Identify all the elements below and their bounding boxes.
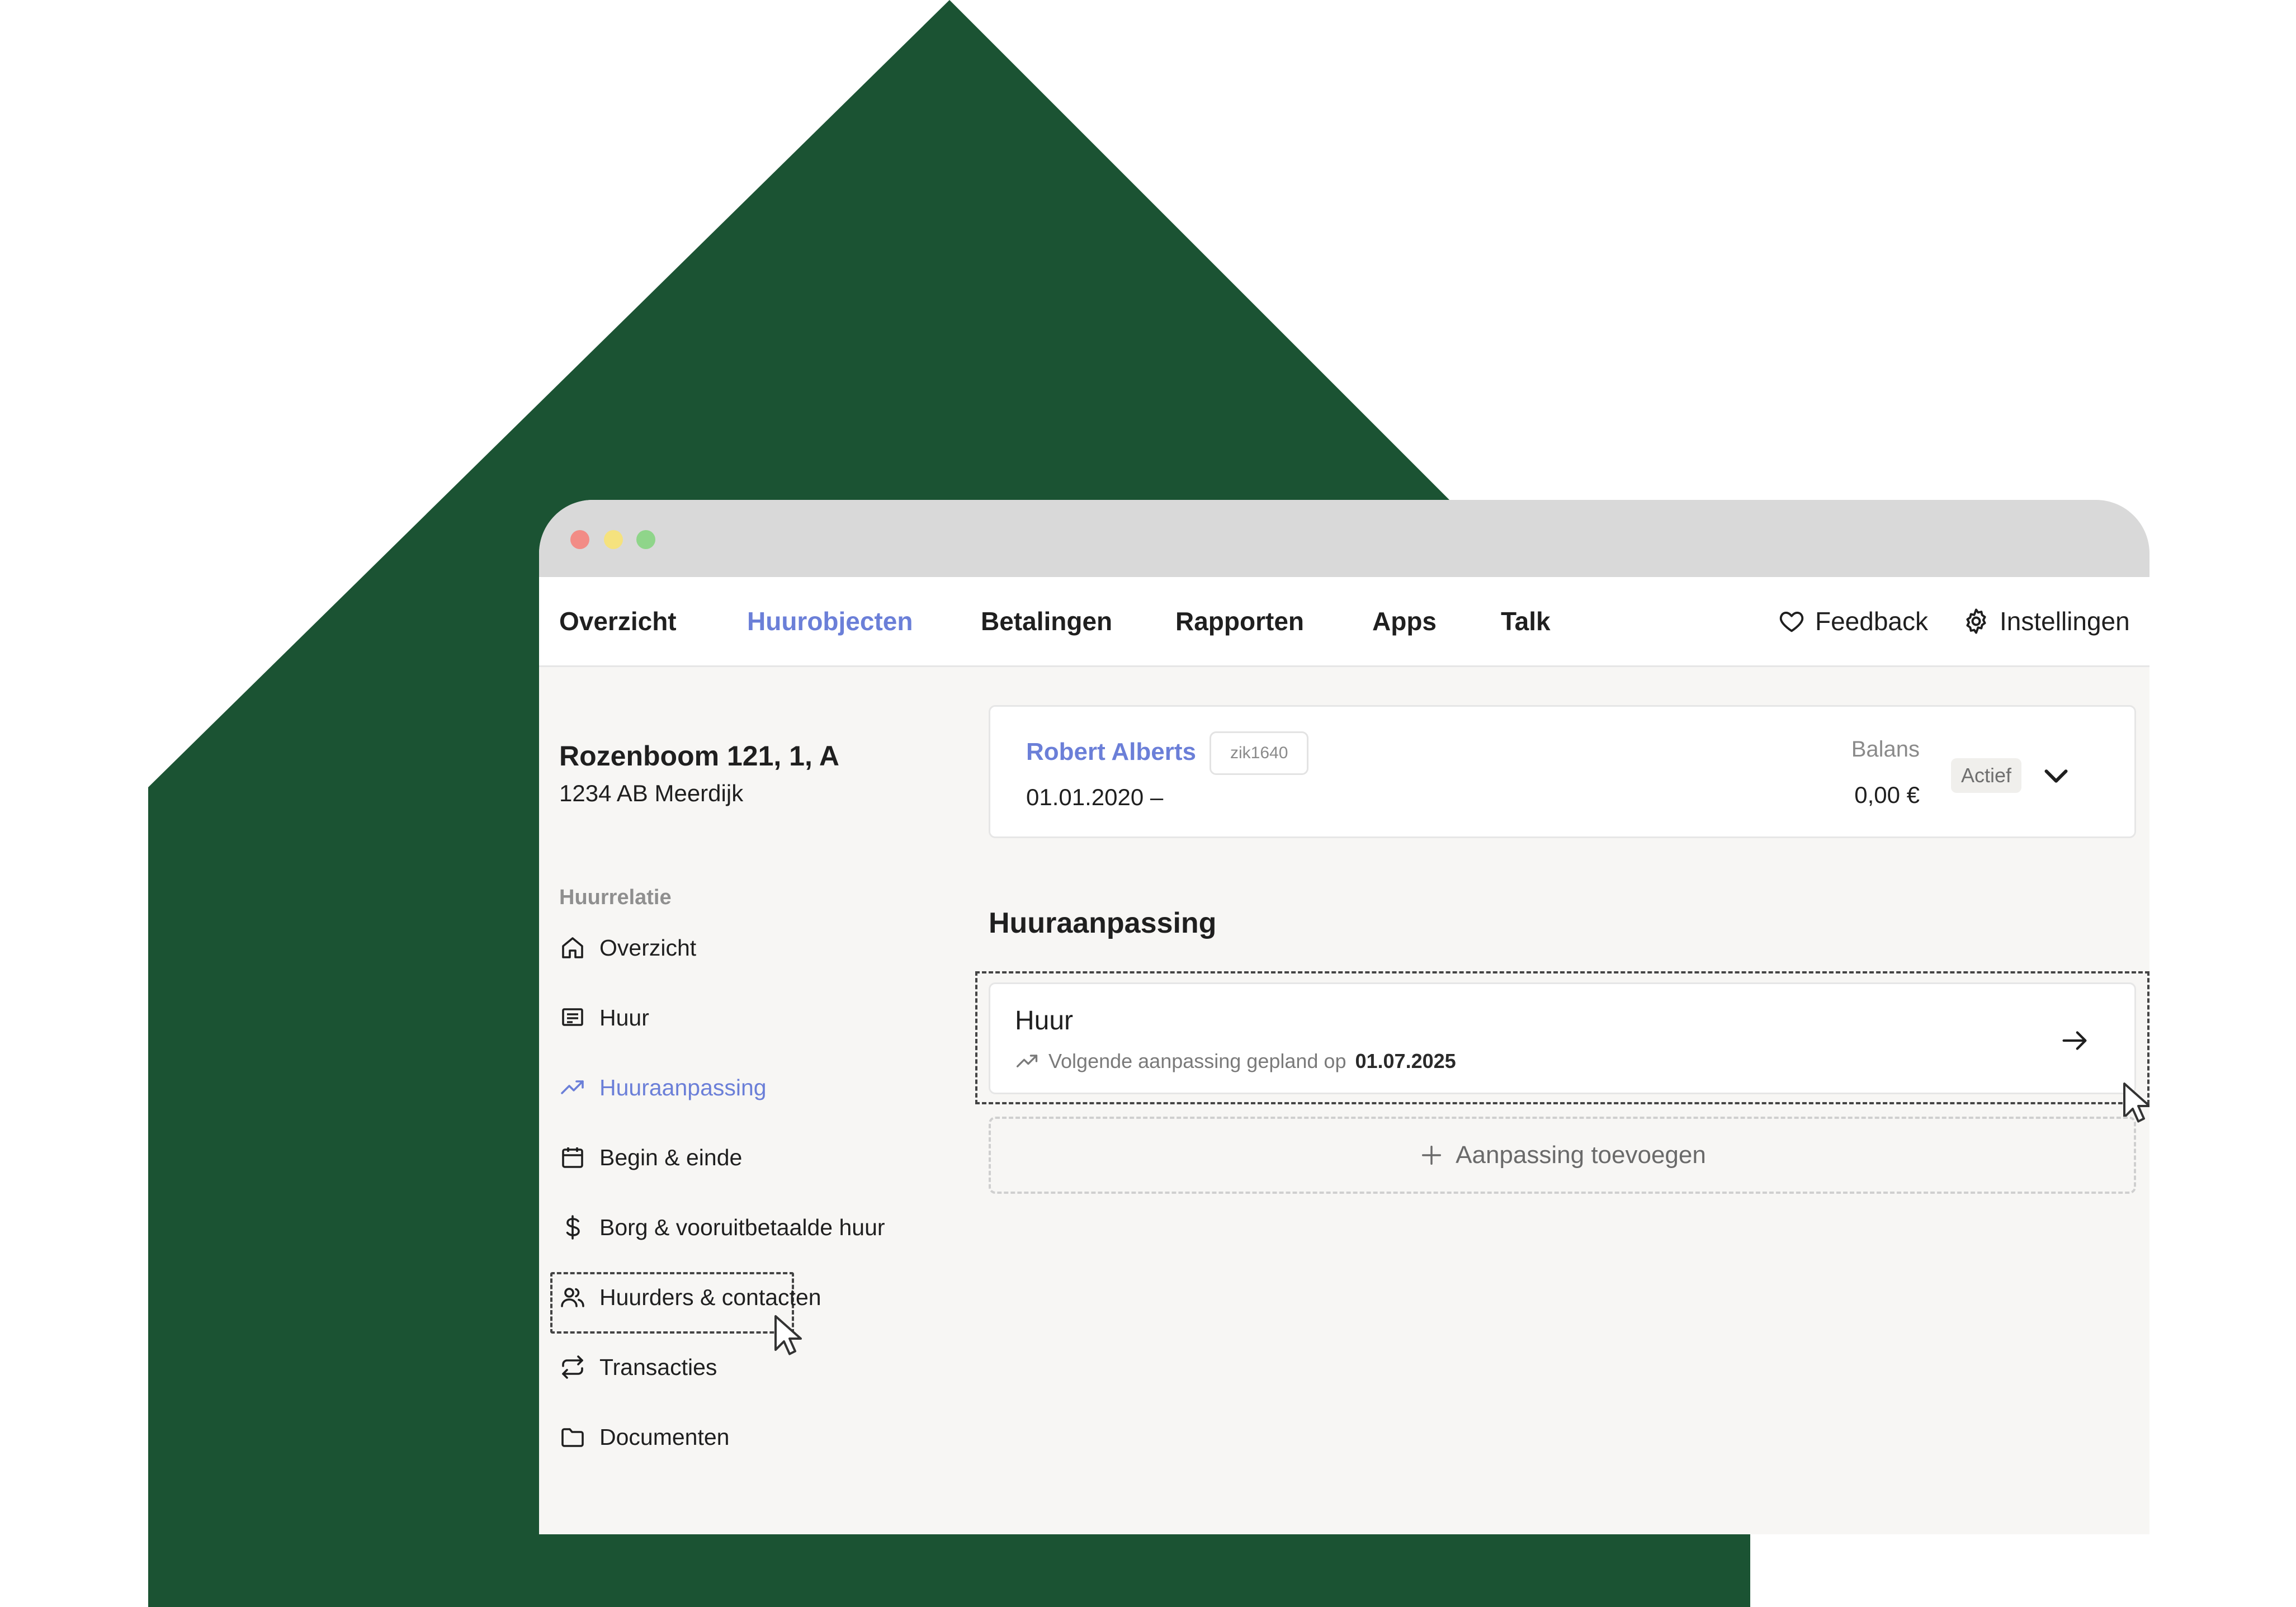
settings-button[interactable]: Instellingen: [1962, 606, 2130, 636]
heart-icon: [1779, 611, 1804, 632]
feedback-button[interactable]: Feedback: [1777, 606, 1928, 636]
trend-up-icon: [1016, 1055, 1038, 1067]
maximize-window-button[interactable]: [636, 530, 655, 549]
sidebar-item-transacties[interactable]: Transacties: [559, 1345, 717, 1389]
sidebar-item-label: Huuraanpassing: [599, 1074, 767, 1100]
sidebar-item-overzicht[interactable]: Overzicht: [559, 925, 696, 970]
repeat-icon: [562, 1355, 583, 1379]
tenant-card[interactable]: Robert Alberts zik1640 01.01.2020 – Bala…: [989, 705, 2136, 838]
home-icon: [562, 937, 583, 958]
sidebar-item-huuraanpassing[interactable]: Huuraanpassing: [559, 1065, 767, 1110]
receipt-icon: [562, 1008, 583, 1026]
sidebar-heading: Huurrelatie: [559, 886, 672, 909]
sidebar-item-label: Documenten: [599, 1424, 730, 1450]
property-title: Rozenboom 121, 1, A: [559, 740, 840, 772]
balance-label: Balans: [1851, 737, 1920, 762]
top-navigation: Overzicht Huurobjecten Betalingen Rappor…: [539, 577, 2149, 667]
gear-icon: [1966, 608, 1986, 634]
chevron-down-icon[interactable]: [2039, 759, 2073, 793]
settings-label: Instellingen: [2000, 607, 2130, 636]
rent-card-title: Huur: [1015, 1006, 1074, 1036]
cursor-icon: [774, 1315, 802, 1355]
sidebar-item-label: Transacties: [599, 1354, 717, 1380]
nav-huurobjecten[interactable]: Huurobjecten: [747, 606, 913, 636]
sidebar-item-documenten[interactable]: Documenten: [559, 1415, 729, 1459]
nav-apps[interactable]: Apps: [1372, 606, 1437, 636]
trend-up-icon: [561, 1080, 584, 1094]
property-address: 1234 AB Meerdijk: [559, 780, 744, 806]
section-title: Huuraanpassing: [989, 907, 1217, 939]
sidebar-item-label: Huur: [599, 1004, 649, 1031]
add-adjustment-button[interactable]: Aanpassing toevoegen: [989, 1117, 2136, 1194]
add-adjustment-label: Aanpassing toevoegen: [1456, 1141, 1706, 1169]
sidebar-item-label: Huurders & contacten: [599, 1284, 821, 1310]
nav-rapporten[interactable]: Rapporten: [1175, 606, 1304, 636]
minimize-window-button[interactable]: [604, 530, 623, 549]
next-adjustment-date: 01.07.2025: [1355, 1050, 1456, 1072]
plus-icon: [1422, 1145, 1442, 1165]
calendar-icon: [562, 1147, 583, 1168]
nav-overzicht[interactable]: Overzicht: [559, 606, 677, 636]
window-titlebar: [539, 500, 2149, 577]
nav-betalingen[interactable]: Betalingen: [981, 606, 1112, 636]
next-adjustment-text: Volgende aanpassing gepland op: [1048, 1050, 1347, 1072]
feedback-label: Feedback: [1815, 607, 1929, 636]
tenant-start-date: 01.01.2020 –: [1026, 784, 1164, 810]
status-badge: Actief: [1951, 758, 2022, 793]
main-content: Rozenboom 121, 1, A 1234 AB Meerdijk Huu…: [539, 667, 2149, 1534]
sidebar-item-borg[interactable]: Borg & vooruitbetaalde huur: [559, 1205, 885, 1250]
app-window: Overzicht Huurobjecten Betalingen Rappor…: [539, 500, 2149, 1534]
tenant-code-badge: zik1640: [1210, 731, 1309, 775]
rent-adjustment-card[interactable]: Huur Volgende aanpassing gepland op 01.0…: [989, 982, 2136, 1094]
sidebar-item-huur[interactable]: Huur: [559, 995, 649, 1040]
close-window-button[interactable]: [570, 530, 589, 549]
arrow-right-icon[interactable]: [2058, 1024, 2091, 1057]
sidebar-item-label: Begin & einde: [599, 1144, 743, 1170]
tenant-name-link[interactable]: Robert Alberts: [1026, 738, 1196, 766]
folder-icon: [561, 1428, 584, 1447]
next-adjustment-info: Volgende aanpassing gepland op 01.07.202…: [1015, 1049, 1456, 1074]
users-icon: [561, 1288, 584, 1307]
sidebar-item-begin-einde[interactable]: Begin & einde: [559, 1135, 742, 1180]
dollar-icon: [566, 1215, 580, 1240]
sidebar-item-huurders[interactable]: Huurders & contacten: [559, 1275, 821, 1320]
sidebar-item-label: Overzicht: [599, 934, 697, 961]
nav-talk[interactable]: Talk: [1501, 606, 1551, 636]
balance-value: 0,00 €: [1854, 782, 1920, 808]
sidebar-item-label: Borg & vooruitbetaalde huur: [599, 1214, 885, 1240]
